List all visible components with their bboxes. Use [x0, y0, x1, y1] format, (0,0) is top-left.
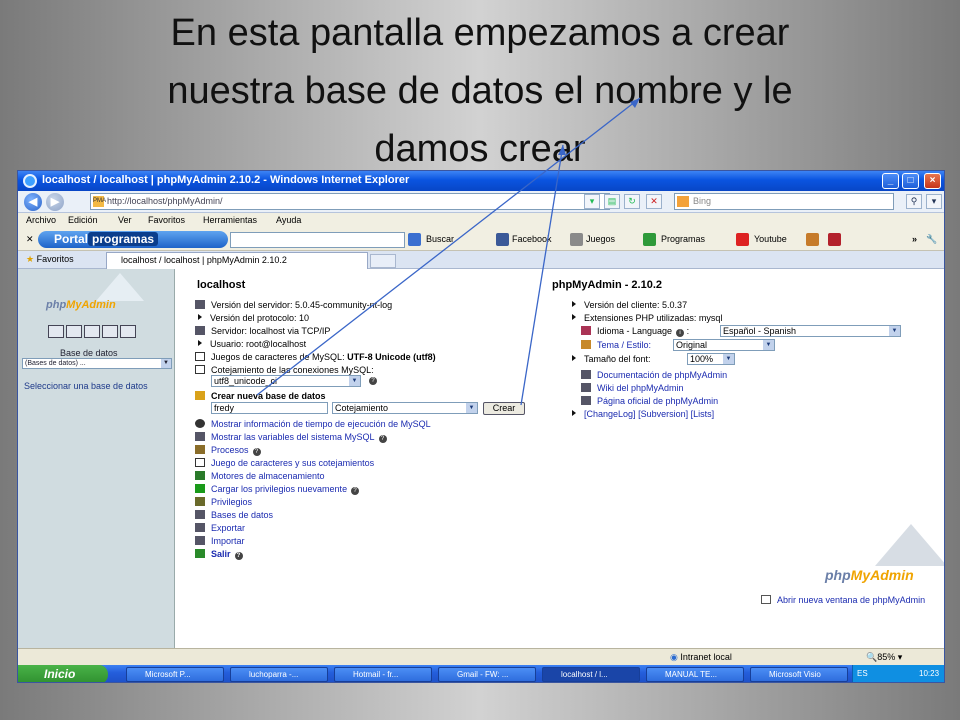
annotation-arrow-create [520, 144, 564, 406]
annotation-arrow-name [256, 97, 641, 396]
annotation-arrows [256, 97, 641, 406]
arrowhead-icon [558, 145, 566, 155]
arrowhead-icon [630, 98, 640, 108]
